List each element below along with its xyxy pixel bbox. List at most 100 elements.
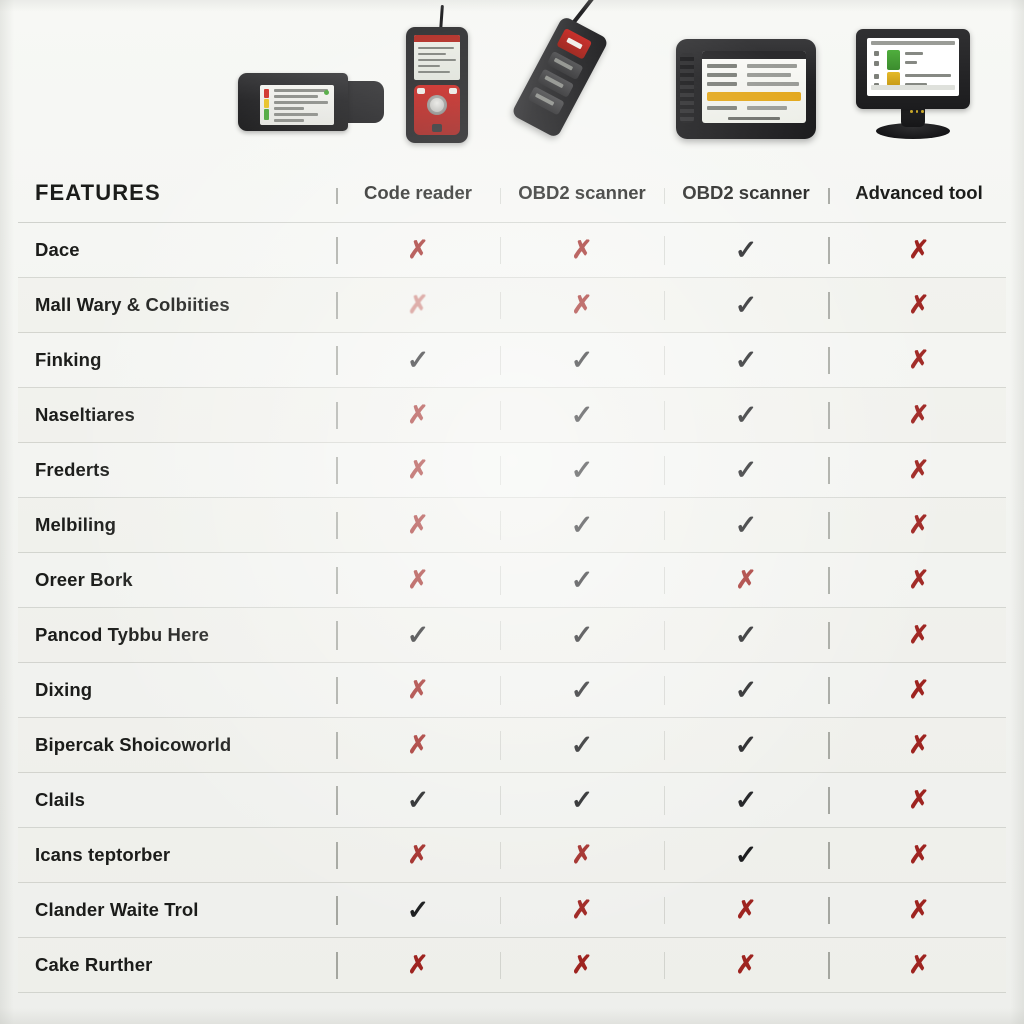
cell-advanced-tool: ✗ <box>828 236 1010 264</box>
cell-obd2-scanner-1: ✓ <box>500 729 664 760</box>
check-icon: ✓ <box>570 564 594 595</box>
feature-label: Cake Rurther <box>35 954 153 975</box>
status-bar-green <box>264 109 269 120</box>
device-image-rugged-tablet-scanner <box>676 39 816 139</box>
cell-advanced-tool: ✗ <box>828 455 1010 484</box>
cell-obd2-scanner-1: ✓ <box>500 620 664 650</box>
table-row: Clander Waite Trol ✓ ✗ ✗ ✗ <box>18 883 1006 938</box>
cell-obd2-scanner-1: ✗ <box>500 290 664 319</box>
table-row: Mall Wary & Colbiities ✗ ✗ ✓ ✗ <box>18 278 1006 333</box>
check-icon: ✓ <box>570 399 594 430</box>
column-header-obd2-scanner-2[interactable]: OBD2 scanner <box>664 182 828 204</box>
feature-label: Dace <box>35 239 80 260</box>
feature-label: Frederts <box>35 459 110 480</box>
cell-advanced-tool: ✗ <box>828 950 1010 979</box>
cross-icon: ✗ <box>407 455 429 484</box>
table-row: Pancod Tybbu Here ✓ ✓ ✓ ✗ <box>18 608 1006 663</box>
check-icon: ✓ <box>734 674 758 705</box>
check-icon: ✓ <box>734 729 758 760</box>
check-icon: ✓ <box>570 509 594 540</box>
check-icon: ✓ <box>406 894 430 925</box>
scanner-body <box>406 27 468 143</box>
brand-label <box>728 117 780 120</box>
cell-advanced-tool: ✗ <box>828 730 1010 759</box>
cross-icon: ✗ <box>407 400 429 429</box>
cross-icon: ✗ <box>735 565 757 594</box>
status-bar-yellow <box>264 99 269 108</box>
table-header-row: FEATURES Code reader OBD2 scanner OBD2 s… <box>18 163 1006 223</box>
cross-icon: ✗ <box>908 840 930 869</box>
cell-obd2-scanner-2: ✗ <box>664 951 828 979</box>
software-status-bar <box>871 85 955 90</box>
cross-icon: ✗ <box>908 455 930 484</box>
cross-icon: ✗ <box>908 730 930 759</box>
cross-icon: ✗ <box>908 950 930 979</box>
cross-icon: ✗ <box>407 840 429 869</box>
check-icon: ✓ <box>570 729 594 760</box>
cell-obd2-scanner-1: ✓ <box>500 564 664 595</box>
cell-advanced-tool: ✗ <box>828 291 1010 319</box>
dongle-screen <box>260 85 334 125</box>
table-body: Dace ✗ ✗ ✓ ✗ Mall Wary & Colbiities ✗ ✗ ✓ ✗ Finkin… <box>18 223 1006 993</box>
table-row: Icans teptorber ✗ ✗ ✓ ✗ <box>18 828 1006 883</box>
indicator-leds-icon <box>910 110 925 113</box>
cross-icon: ✗ <box>908 400 930 429</box>
cell-obd2-scanner-2: ✗ <box>664 565 828 594</box>
cell-obd2-scanner-2: ✗ <box>664 896 828 924</box>
cross-icon: ✗ <box>571 235 593 264</box>
cell-code-reader: ✗ <box>336 566 500 594</box>
device-image-code-reader-dongle <box>238 69 384 135</box>
cell-advanced-tool: ✗ <box>828 676 1010 704</box>
cell-obd2-scanner-1: ✗ <box>500 235 664 264</box>
rubber-grip <box>680 53 694 123</box>
check-icon: ✓ <box>570 784 594 815</box>
check-icon: ✓ <box>406 344 430 375</box>
column-header-advanced-tool[interactable]: Advanced tool <box>828 182 1010 204</box>
feature-label: Finking <box>35 349 102 370</box>
power-led-icon <box>324 90 329 95</box>
cell-obd2-scanner-1: ✓ <box>500 675 664 705</box>
table-row: Cake Rurther ✗ ✗ ✗ ✗ <box>18 938 1006 993</box>
tablet-body <box>676 39 816 139</box>
cross-icon: ✗ <box>908 345 930 374</box>
column-header-obd2-scanner-1[interactable]: OBD2 scanner <box>500 182 664 204</box>
cross-icon: ✗ <box>407 950 429 979</box>
table-row: Bipercak Shoicoworld ✗ ✓ ✓ ✗ <box>18 718 1006 773</box>
check-icon: ✓ <box>734 344 758 375</box>
cross-icon: ✗ <box>908 565 930 594</box>
check-icon: ✓ <box>734 509 758 540</box>
cell-obd2-scanner-2: ✓ <box>664 454 828 485</box>
yellow-gauge <box>887 72 900 86</box>
table-row: Melbiling ✗ ✓ ✓ ✗ <box>18 498 1006 553</box>
comparison-table-page: FEATURES Code reader OBD2 scanner OBD2 s… <box>0 0 1024 1024</box>
cross-icon: ✗ <box>571 290 593 319</box>
table-row: Dixing ✗ ✓ ✓ ✗ <box>18 663 1006 718</box>
cell-advanced-tool: ✗ <box>828 400 1010 429</box>
cell-code-reader: ✗ <box>336 400 500 429</box>
check-icon: ✓ <box>734 289 758 320</box>
check-icon: ✓ <box>734 234 758 265</box>
cell-code-reader: ✗ <box>336 950 500 979</box>
check-icon: ✓ <box>734 784 758 815</box>
feature-label: Bipercak Shoicoworld <box>35 734 232 755</box>
cell-obd2-scanner-1: ✗ <box>500 840 664 869</box>
navigation-dial <box>427 95 447 115</box>
cross-icon: ✗ <box>407 675 429 704</box>
soft-key-left <box>417 88 425 94</box>
features-column-header: FEATURES <box>35 179 161 205</box>
screen-header-bar <box>414 35 460 42</box>
cell-obd2-scanner-1: ✗ <box>500 950 664 979</box>
check-icon: ✓ <box>734 454 758 485</box>
cross-icon: ✗ <box>407 290 429 319</box>
feature-label: Melbiling <box>35 514 117 535</box>
feature-label: Mall Wary & Colbiities <box>35 294 230 315</box>
cross-icon: ✗ <box>571 840 593 869</box>
column-header-code-reader[interactable]: Code reader <box>336 182 500 204</box>
dongle-body <box>238 73 348 131</box>
table-row: Naseltiares ✗ ✓ ✓ ✗ <box>18 388 1006 443</box>
cell-obd2-scanner-2: ✓ <box>664 839 828 870</box>
check-icon: ✓ <box>734 399 758 430</box>
cross-icon: ✗ <box>571 950 593 979</box>
table-row: Frederts ✗ ✓ ✓ ✗ <box>18 443 1006 498</box>
check-icon: ✓ <box>734 839 758 870</box>
